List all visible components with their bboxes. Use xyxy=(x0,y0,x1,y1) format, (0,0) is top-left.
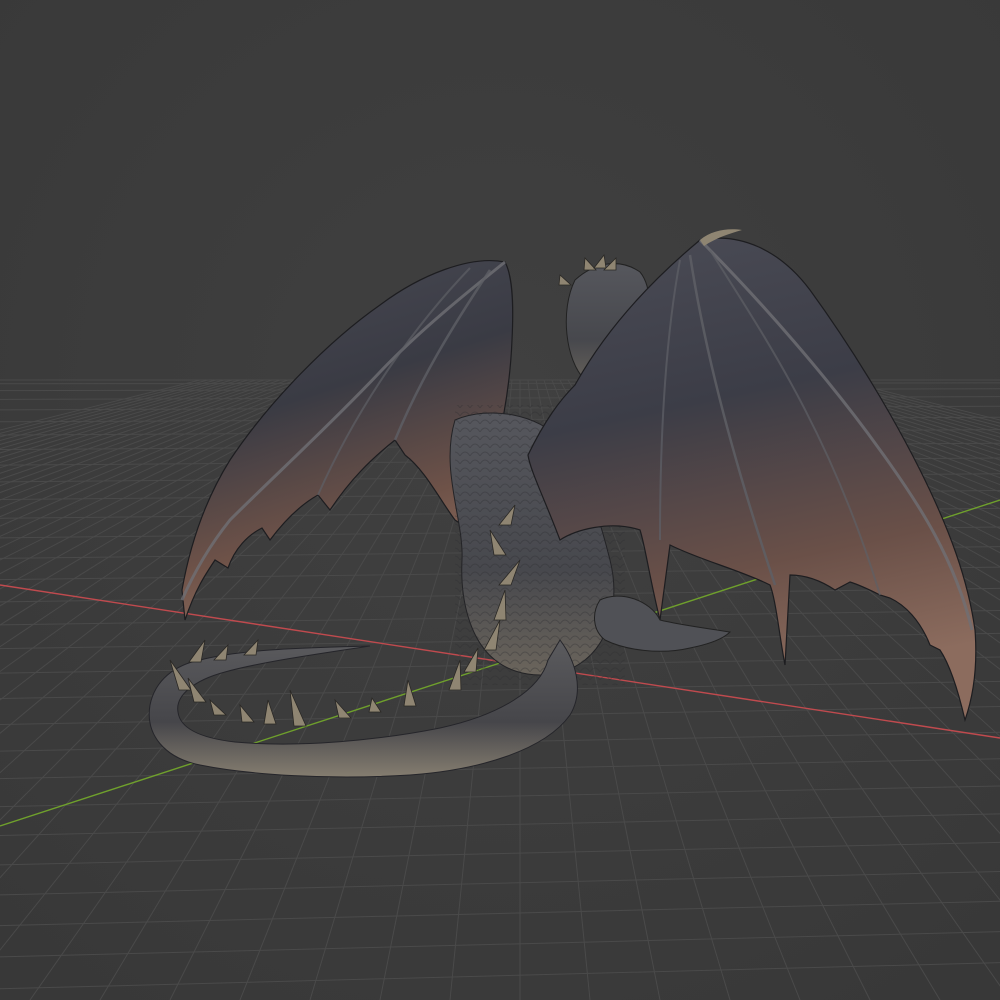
3d-viewport[interactable] xyxy=(0,0,1000,1000)
viewport-canvas[interactable] xyxy=(0,0,1000,1000)
